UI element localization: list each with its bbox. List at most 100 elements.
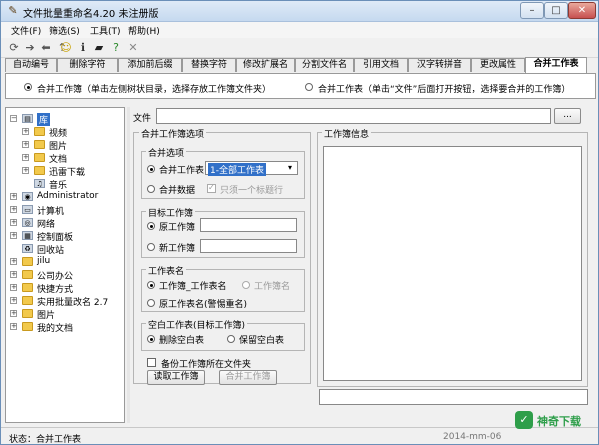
forward-icon[interactable]: ➔ [23, 41, 37, 55]
tree-item[interactable]: + 图片 [6, 307, 124, 321]
tree-expander-icon[interactable]: + [22, 141, 29, 148]
tree-item[interactable]: + 视频 [6, 125, 124, 139]
folder-icon [22, 257, 33, 266]
folder-icon [34, 127, 45, 136]
folder-tree[interactable]: − ▤ 库 + 视频 + 图片 + 文档 + 迅雷下载 ♫ 音乐 + ◉ Administrator + ▭ 计算机… [5, 107, 125, 423]
original-sheet-radio[interactable] [147, 299, 155, 307]
file-browse-button[interactable]: ... [554, 108, 581, 124]
tab-change-extension[interactable]: 修改扩展名 [236, 58, 295, 72]
new-workbook-label[interactable]: 新工作簿 [159, 241, 195, 254]
merge-data-radio[interactable] [147, 185, 155, 193]
close-button[interactable]: ✕ [568, 2, 596, 19]
backup-folder-checkbox[interactable] [147, 358, 156, 367]
workbook-sheet-radio[interactable] [147, 281, 155, 289]
tree-expander-icon[interactable]: + [22, 154, 29, 161]
menu-tools[interactable]: 工具(T) [90, 24, 121, 37]
recycle-bin-icon: ♻ [22, 244, 33, 253]
tab-merge-sheets[interactable]: 合并工作表 [525, 57, 587, 73]
tree-expander-icon[interactable]: + [10, 206, 17, 213]
tree-item[interactable]: + 我的文档 [6, 320, 124, 334]
tree-expander-icon[interactable]: + [10, 258, 17, 265]
read-workbook-button[interactable]: 读取工作簿 [147, 370, 205, 385]
info-icon[interactable]: ℹ [76, 41, 90, 55]
tree-item[interactable]: + ▦ 控制面板 [6, 229, 124, 243]
tree-item[interactable]: + 迅雷下载 [6, 164, 124, 178]
tree-item[interactable]: + 图片 [6, 138, 124, 152]
tree-expander-icon[interactable]: + [10, 193, 17, 200]
tree-item[interactable]: ♻ 回收站 [6, 242, 124, 256]
tree-item[interactable]: + ▭ 计算机 [6, 203, 124, 217]
file-path-input[interactable] [156, 108, 551, 124]
original-sheet-label[interactable]: 原工作表名(警惕重名) [159, 297, 247, 310]
back-icon[interactable]: ⬅ [39, 41, 53, 55]
mode-merge-workbook-label[interactable]: 合并工作簿（单击左侧树状目录，选择存放工作簿文件夹） [37, 82, 271, 95]
menu-filter[interactable]: 筛选(S) [49, 24, 80, 37]
tab-add-prefix-suffix[interactable]: 添加前后缀 [118, 58, 182, 72]
workbook-sheet-label[interactable]: 工作簿_工作表名 [159, 279, 227, 292]
tree-item[interactable]: + ◉ Administrator [6, 190, 124, 203]
tab-pinyin[interactable]: 汉字转拼音 [408, 58, 471, 72]
tab-reference-doc[interactable]: 引用文档 [354, 58, 408, 72]
mode-merge-sheet-radio[interactable] [305, 83, 313, 91]
tree-expander-icon[interactable]: + [10, 271, 17, 278]
tree-expander-icon[interactable]: + [10, 297, 17, 304]
original-workbook-label[interactable]: 原工作簿 [159, 220, 195, 233]
tree-item[interactable]: + 文档 [6, 151, 124, 165]
tab-auto-number[interactable]: 自动编号 [5, 58, 57, 72]
menu-help[interactable]: 帮助(H) [128, 24, 160, 37]
tree-expander-icon[interactable]: + [22, 128, 29, 135]
tree-item[interactable]: + 公司办公 [6, 268, 124, 282]
tree-item[interactable]: + ◎ 网络 [6, 216, 124, 230]
tree-item[interactable]: + 实用批量改名 2.7 [6, 294, 124, 308]
workbook-info-scrollbar[interactable] [319, 389, 588, 405]
title-bar[interactable]: ✎ 文件批量重命名4.20 未注册版 – □ ✕ [1, 1, 598, 22]
menu-file[interactable]: 文件(F) [11, 24, 41, 37]
new-workbook-input[interactable] [200, 239, 297, 253]
backup-folder-label[interactable]: 备份工作簿所在文件夹 [161, 357, 251, 370]
music-icon: ♫ [34, 179, 45, 188]
record-icon[interactable]: ▰ [92, 41, 106, 55]
tree-item[interactable]: ♫ 音乐 [6, 177, 124, 191]
original-workbook-radio[interactable] [147, 222, 155, 230]
workbook-name-radio[interactable] [242, 281, 250, 289]
single-header-checkbox[interactable]: ✓ [207, 183, 216, 193]
maximize-button[interactable]: □ [544, 2, 568, 19]
tree-expander-icon[interactable]: + [10, 310, 17, 317]
merge-group-title: 合并选项 [146, 146, 187, 159]
smiley-icon[interactable]: ☺ [59, 41, 73, 55]
tree-expander-icon[interactable]: − [10, 115, 17, 122]
cancel-icon[interactable]: ✕ [126, 41, 140, 55]
tab-split-filename[interactable]: 分割文件名 [295, 58, 354, 72]
merge-workbook-button[interactable]: 合并工作簿 [219, 370, 277, 385]
tab-change-attributes[interactable]: 更改属性 [471, 58, 525, 72]
merge-data-label[interactable]: 合并数据 [159, 183, 195, 196]
pane-splitter[interactable] [127, 107, 130, 423]
delete-blank-label[interactable]: 删除空白表 [159, 333, 204, 346]
tab-delete-chars[interactable]: 删除字符 [57, 58, 118, 72]
mode-selector: 合并工作簿（单击左侧树状目录，选择存放工作簿文件夹） 合并工作表（单击“文件”后… [5, 73, 596, 99]
help-icon[interactable]: ? [109, 41, 123, 55]
tree-item[interactable]: + 快捷方式 [6, 281, 124, 295]
tree-expander-icon[interactable]: + [10, 284, 17, 291]
original-workbook-input[interactable] [200, 218, 297, 232]
tree-expander-icon[interactable]: + [10, 219, 17, 226]
tab-replace-chars[interactable]: 替换字符 [182, 58, 236, 72]
refresh-icon[interactable]: ⟳ [7, 41, 21, 55]
mode-merge-sheet-label[interactable]: 合并工作表（单击“文件”后面打开按钮，选择要合并的工作簿） [318, 82, 570, 95]
workbook-info-list[interactable] [323, 146, 582, 381]
mode-merge-workbook-radio[interactable] [24, 83, 32, 91]
new-workbook-radio[interactable] [147, 243, 155, 251]
minimize-button[interactable]: – [520, 2, 544, 19]
tree-item[interactable]: − ▤ 库 [6, 112, 124, 126]
tree-expander-icon[interactable]: + [22, 167, 29, 174]
tree-expander-icon[interactable]: + [10, 232, 17, 239]
sheet-select-combo[interactable]: 1-全部工作表 ▾ [205, 161, 298, 176]
merge-sheets-radio[interactable] [147, 165, 155, 173]
keep-blank-label[interactable]: 保留空白表 [239, 333, 284, 346]
merge-sheets-label[interactable]: 合并工作表 [159, 163, 204, 176]
tree-expander-icon[interactable]: + [10, 323, 17, 330]
delete-blank-radio[interactable] [147, 335, 155, 343]
tree-item[interactable]: + jilu [6, 255, 124, 268]
window-title: 文件批量重命名4.20 未注册版 [23, 9, 159, 20]
keep-blank-radio[interactable] [227, 335, 235, 343]
